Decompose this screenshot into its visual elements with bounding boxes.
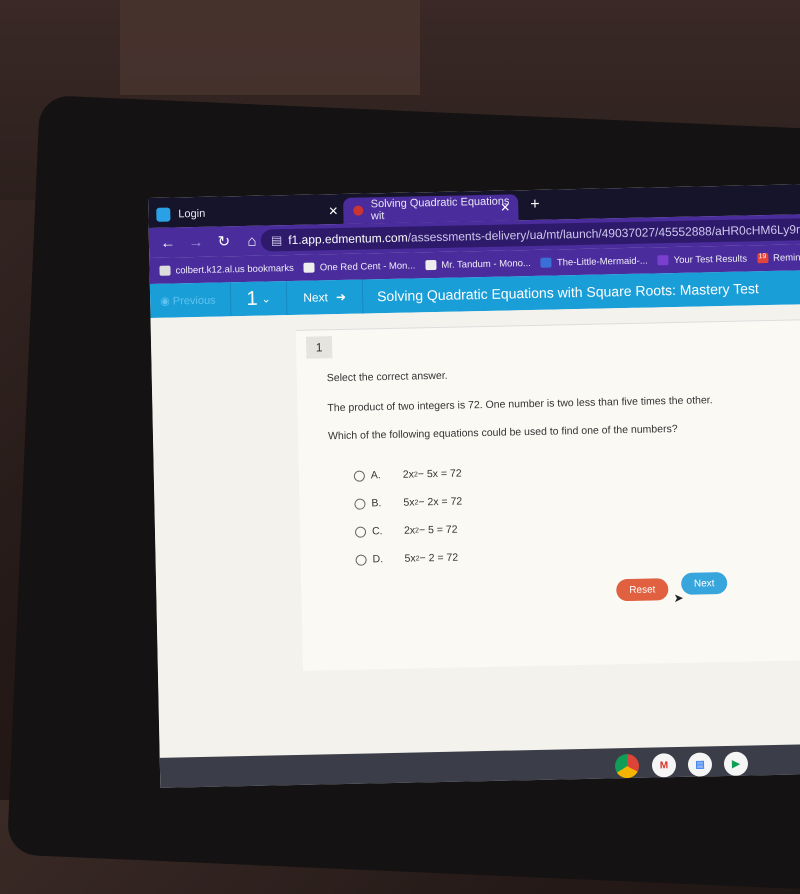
reload-icon[interactable]: ↻ bbox=[215, 232, 233, 250]
prompt-text: The product of two integers is 72. One n… bbox=[327, 394, 713, 415]
background-object bbox=[120, 0, 420, 95]
bookmark-label: Remind bbox=[772, 251, 800, 264]
option-term: 5x bbox=[403, 496, 415, 509]
home-icon[interactable]: ⌂ bbox=[243, 232, 261, 249]
bookmark-label: One Red Cent - Mon... bbox=[319, 259, 416, 273]
tab-label: Login bbox=[178, 207, 206, 221]
option-rest: − 5 = 72 bbox=[418, 523, 458, 537]
next-button[interactable]: Next bbox=[680, 571, 728, 595]
option-term: 5x bbox=[404, 552, 416, 565]
option-rest: − 2x = 72 bbox=[418, 495, 463, 509]
option-letter: B. bbox=[371, 497, 382, 510]
question-card: 1 Select the correct answer. The product… bbox=[295, 318, 800, 671]
close-icon[interactable]: ✕ bbox=[328, 204, 338, 218]
question-number-badge: 1 bbox=[305, 336, 333, 359]
mono-icon bbox=[425, 259, 437, 271]
url-path: /assessments-delivery/ua/mt/launch/49037… bbox=[407, 220, 800, 245]
screen: Login ✕ Solving Quadratic Equations wit … bbox=[148, 183, 800, 788]
bookmark-item[interactable]: Your Test Results bbox=[657, 252, 748, 266]
play-store-icon[interactable]: ▶ bbox=[723, 751, 749, 777]
bookmark-label: Your Test Results bbox=[673, 252, 748, 266]
docs-icon[interactable]: ▤ bbox=[687, 752, 713, 777]
bookmark-item[interactable]: The-Little-Mermaid-... bbox=[540, 255, 648, 268]
vt-icon bbox=[657, 255, 669, 266]
tab-login[interactable]: Login ✕ bbox=[156, 198, 347, 228]
previous-icon: ◉ bbox=[160, 295, 173, 308]
tab-quadratic[interactable]: Solving Quadratic Equations wit ✕ bbox=[343, 194, 519, 224]
close-icon[interactable]: ✕ bbox=[500, 200, 510, 214]
mono-icon bbox=[303, 262, 315, 273]
url-host: f1.app.edmentum.com bbox=[288, 230, 408, 248]
option-rest: − 2 = 72 bbox=[419, 551, 459, 565]
instruction-text: Select the correct answer. bbox=[326, 369, 448, 385]
radio-button[interactable] bbox=[354, 498, 366, 510]
gmail-icon[interactable]: M bbox=[651, 753, 677, 778]
next-nav-button[interactable]: Next ➜ bbox=[286, 279, 364, 316]
option-a[interactable]: A. 2x 2 − 5x = 72 bbox=[353, 467, 462, 482]
remind-icon: 19 bbox=[756, 253, 769, 264]
bookmark-label: The-Little-Mermaid-... bbox=[556, 255, 648, 268]
option-d[interactable]: D. 5x 2 − 2 = 72 bbox=[355, 552, 458, 566]
chevron-down-icon: ⌄ bbox=[261, 292, 271, 306]
ask-text: Which of the following equations could b… bbox=[327, 422, 678, 443]
option-b[interactable]: B. 5x 2 − 2x = 72 bbox=[354, 495, 462, 509]
question-number: 1 bbox=[246, 287, 258, 310]
option-c[interactable]: C. 2x 2 − 5 = 72 bbox=[354, 523, 458, 538]
edmentum-icon bbox=[353, 205, 363, 216]
back-icon[interactable]: ← bbox=[159, 234, 177, 251]
chrome-icon[interactable] bbox=[614, 753, 640, 779]
option-letter: D. bbox=[372, 553, 384, 566]
radio-button[interactable] bbox=[353, 470, 365, 482]
content-area: 1 Select the correct answer. The product… bbox=[150, 303, 800, 758]
bookmark-item[interactable]: Mr. Tandum - Mono... bbox=[425, 257, 531, 270]
option-letter: C. bbox=[371, 525, 383, 538]
mermaid-icon bbox=[540, 257, 552, 268]
question-selector[interactable]: 1 ⌄ bbox=[229, 281, 288, 317]
new-tab-button[interactable]: + bbox=[530, 196, 540, 214]
option-term: 2x bbox=[402, 468, 415, 481]
option-rest: − 5x = 72 bbox=[417, 467, 462, 481]
cloud-icon bbox=[156, 207, 171, 222]
radio-button[interactable] bbox=[354, 526, 367, 538]
forward-icon[interactable]: → bbox=[187, 233, 205, 250]
previous-button[interactable]: ◉ Previous bbox=[150, 293, 230, 308]
radio-button[interactable] bbox=[355, 554, 367, 566]
bookmark-item[interactable]: One Red Cent - Mon... bbox=[303, 259, 416, 273]
test-title: Solving Quadratic Equations with Square … bbox=[376, 280, 760, 305]
option-term: 2x bbox=[403, 524, 416, 537]
site-info-icon[interactable]: ▤ bbox=[271, 233, 283, 247]
option-letter: A. bbox=[370, 469, 381, 482]
tab-label: Solving Quadratic Equations wit bbox=[370, 195, 510, 223]
bookmark-folder[interactable]: colbert.k12.al.us bookmarks bbox=[159, 262, 294, 276]
bookmark-label: colbert.k12.al.us bookmarks bbox=[175, 262, 294, 276]
reset-button[interactable]: Reset bbox=[616, 578, 669, 602]
folder-icon bbox=[159, 265, 171, 276]
bookmark-item[interactable]: 19 Remind bbox=[756, 251, 800, 264]
mouse-cursor-icon: ➤ bbox=[673, 590, 684, 606]
bookmark-label: Mr. Tandum - Mono... bbox=[441, 257, 532, 271]
arrow-right-circle-icon: ➜ bbox=[335, 289, 347, 305]
previous-label: Previous bbox=[172, 294, 216, 308]
next-label: Next bbox=[303, 290, 329, 305]
